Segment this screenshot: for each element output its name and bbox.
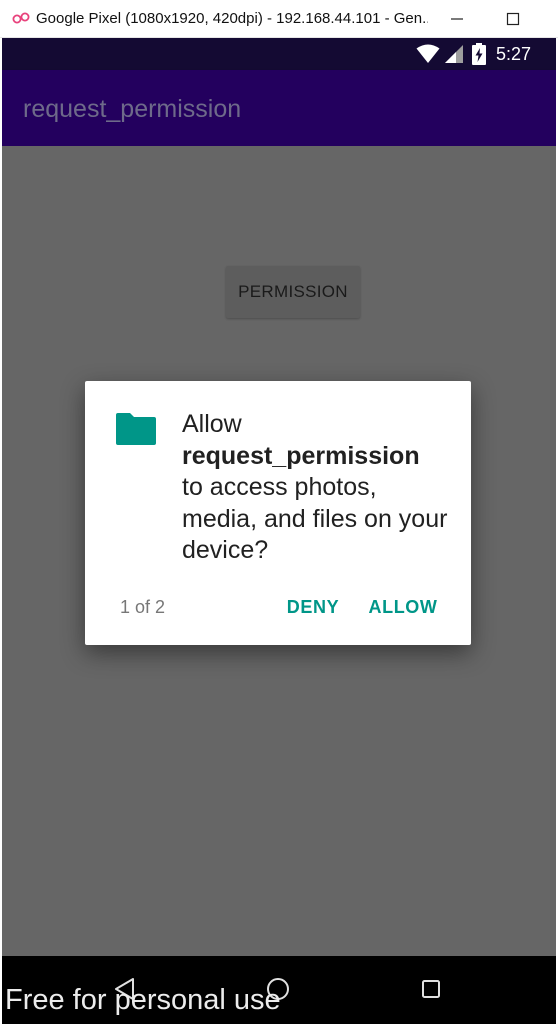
- dialog-message-suffix: to access photos, media, and files on yo…: [182, 473, 448, 564]
- dialog-app-name: request_permission: [182, 441, 420, 470]
- emulator-titlebar: Google Pixel (1080x1920, 420dpi) - 192.1…: [0, 0, 558, 38]
- app-title: request_permission: [23, 95, 242, 123]
- status-time: 5:27: [496, 44, 532, 64]
- folder-icon: [116, 413, 156, 445]
- battery-icon: [472, 43, 486, 65]
- status-bar: 5:27: [2, 38, 556, 70]
- recents-icon[interactable]: [420, 978, 442, 1000]
- dialog-message: Allow request_permission to access photo…: [182, 409, 452, 567]
- permission-dialog: Allow request_permission to access photo…: [85, 381, 471, 645]
- watermark-text: Free for personal use: [5, 984, 281, 1016]
- allow-button[interactable]: ALLOW: [365, 587, 441, 627]
- signal-icon: [445, 45, 463, 63]
- minimize-icon[interactable]: [446, 8, 468, 30]
- app-bar: request_permission: [2, 70, 556, 146]
- dialog-message-prefix: Allow: [182, 410, 242, 438]
- maximize-icon[interactable]: [502, 8, 524, 30]
- window-title: Google Pixel (1080x1920, 420dpi) - 192.1…: [36, 10, 428, 27]
- wifi-icon: [416, 44, 440, 63]
- permission-button[interactable]: PERMISSION: [226, 266, 360, 318]
- deny-button[interactable]: DENY: [281, 587, 345, 627]
- dialog-counter: 1 of 2: [120, 597, 166, 617]
- device-screen: 5:27 request_permission PERMISSION Allow…: [2, 38, 556, 1024]
- genymotion-logo-icon: [12, 12, 30, 24]
